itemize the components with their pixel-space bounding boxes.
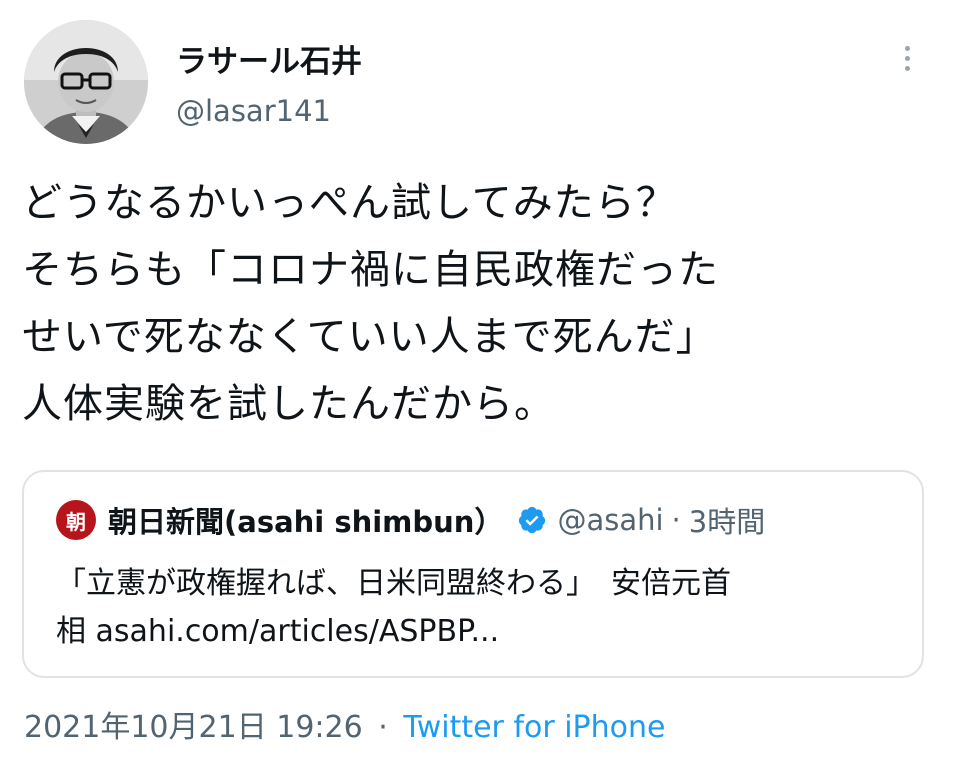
quoted-avatar[interactable]: 朝 bbox=[56, 500, 96, 540]
tweet-footer: 2021年10月21日 19:26 · Twitter for iPhone bbox=[24, 702, 665, 746]
more-options-icon[interactable] bbox=[890, 38, 924, 78]
more-dot bbox=[904, 65, 910, 71]
quoted-text-line: 相 asahi.com/articles/ASPBP... bbox=[56, 614, 500, 649]
meta-separator: · bbox=[671, 503, 681, 537]
tweet-source-link[interactable]: Twitter for iPhone bbox=[403, 710, 665, 745]
tweet-line: 人体実験を試したんだから。 bbox=[22, 381, 555, 427]
footer-separator: · bbox=[378, 710, 388, 745]
quoted-tweet-header: 朝 朝日新聞(asahi shimbun） @asahi · 3時間 bbox=[56, 498, 765, 542]
more-dot bbox=[904, 55, 910, 61]
quoted-tweet-text: 「立憲が政権握れば、日米同盟終わる」 安倍元首 相 asahi.com/arti… bbox=[56, 560, 906, 656]
author-handle[interactable]: @lasar141 bbox=[176, 94, 331, 128]
tweet-line: どうなるかいっぺん試してみたら？ bbox=[22, 180, 677, 226]
tweet-line: そちらも「コロナ禍に自民政権だった bbox=[22, 247, 719, 293]
author-photo bbox=[24, 20, 148, 144]
tweet-line: せいで死ななくていい人まで死んだ」 bbox=[22, 314, 717, 360]
more-dot bbox=[904, 45, 910, 51]
verified-badge-icon bbox=[519, 506, 546, 534]
quoted-time[interactable]: 3時間 bbox=[689, 499, 765, 541]
author-avatar[interactable] bbox=[24, 20, 148, 144]
quoted-handle[interactable]: @asahi bbox=[557, 503, 663, 537]
quoted-text-line: 「立憲が政権握れば、日米同盟終わる」 安倍元首 bbox=[56, 566, 731, 601]
tweet-text: どうなるかいっぺん試してみたら？ そちらも「コロナ禍に自民政権だった せいで死な… bbox=[22, 170, 932, 438]
quoted-display-name[interactable]: 朝日新聞(asahi shimbun） bbox=[108, 499, 503, 541]
tweet-timestamp[interactable]: 2021年10月21日 19:26 bbox=[24, 710, 363, 745]
author-display-name[interactable]: ラサール石井 bbox=[176, 36, 362, 81]
quoted-tweet-card[interactable]: 朝 朝日新聞(asahi shimbun） @asahi · 3時間 「立憲が政… bbox=[22, 470, 924, 678]
